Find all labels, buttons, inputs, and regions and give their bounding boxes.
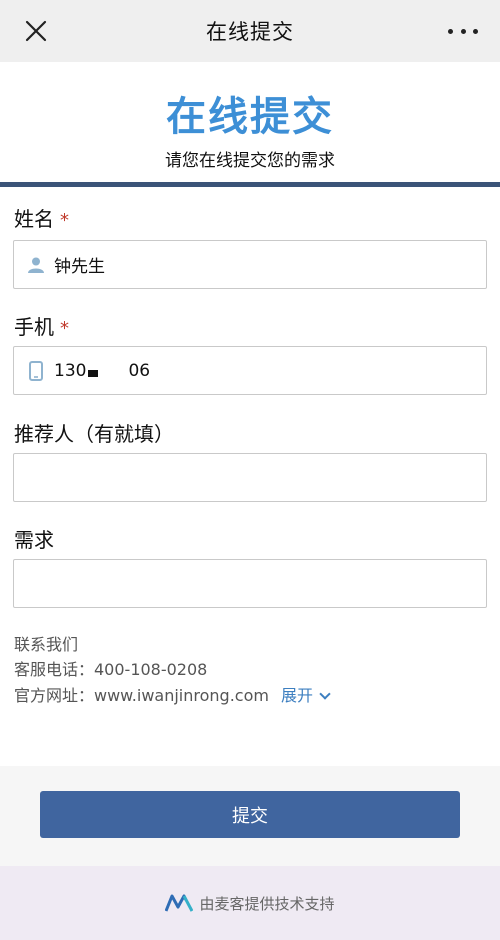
expand-text: 展开 bbox=[280, 686, 313, 705]
header-divider bbox=[0, 182, 500, 187]
contact-heading: 联系我们 bbox=[14, 635, 79, 654]
request-label: 需求 bbox=[14, 528, 54, 552]
submit-button[interactable]: 提交 bbox=[40, 791, 460, 838]
form-header: 在线提交 请您在线提交您的需求 bbox=[0, 62, 500, 184]
phone-mask bbox=[86, 364, 129, 377]
name-label: 姓名 * bbox=[14, 203, 69, 232]
page-title: 在线提交 bbox=[166, 94, 334, 140]
footer-text: 由麦客提供技术支持 bbox=[199, 894, 335, 913]
close-icon[interactable] bbox=[22, 17, 50, 45]
footer: 由麦客提供技术支持 bbox=[0, 866, 500, 940]
top-navbar: 在线提交 bbox=[0, 0, 500, 62]
referrer-label: 推荐人（有就填） bbox=[14, 422, 174, 446]
phone-icon bbox=[26, 360, 46, 382]
phone-field[interactable]: 130 06 bbox=[13, 346, 487, 395]
request-field[interactable] bbox=[13, 559, 487, 608]
phone-label-text: 手机 bbox=[14, 315, 54, 339]
maike-logo-icon bbox=[165, 894, 194, 912]
name-field[interactable]: 钟先生 bbox=[13, 240, 487, 289]
required-mark: * bbox=[60, 318, 69, 339]
name-value: 钟先生 bbox=[54, 257, 105, 277]
contact-phone: 客服电话：400-108-0208 bbox=[14, 660, 208, 679]
referrer-field[interactable] bbox=[13, 453, 487, 502]
submit-area: 提交 bbox=[0, 766, 500, 866]
contact-site: 官方网址：www.iwanjinrong.com bbox=[14, 686, 269, 705]
required-mark: * bbox=[60, 210, 69, 231]
user-icon bbox=[26, 254, 46, 276]
page-subtitle: 请您在线提交您的需求 bbox=[165, 151, 335, 171]
expand-link[interactable]: 展开 bbox=[280, 686, 331, 705]
name-label-text: 姓名 bbox=[14, 207, 54, 231]
phone-suffix: 06 bbox=[128, 360, 151, 381]
phone-prefix: 130 bbox=[54, 360, 87, 381]
more-icon[interactable] bbox=[448, 20, 478, 42]
phone-value: 130 06 bbox=[54, 361, 150, 381]
chevron-down-icon bbox=[319, 688, 331, 700]
nav-title: 在线提交 bbox=[206, 20, 294, 44]
phone-label: 手机 * bbox=[14, 311, 69, 340]
contact-site-row: 官方网址：www.iwanjinrong.com 展开 bbox=[14, 682, 331, 706]
